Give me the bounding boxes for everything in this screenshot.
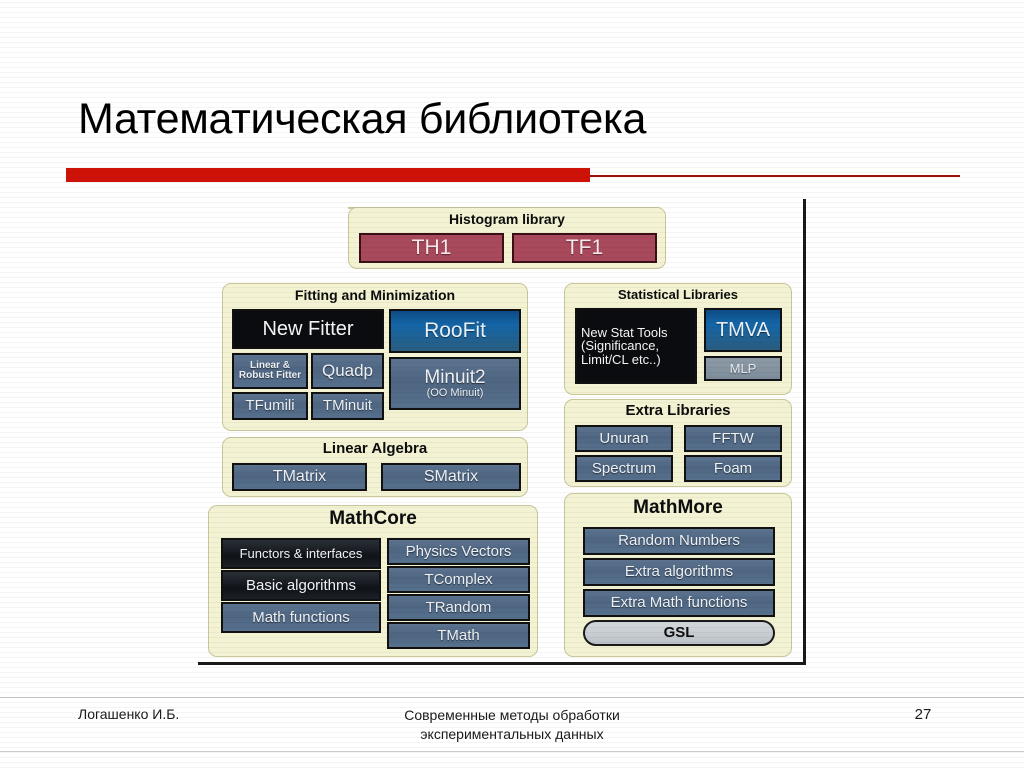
node-new-stat-tools-label3: Limit/CL etc..) xyxy=(581,351,661,367)
node-new-fitter-label: New Fitter xyxy=(262,317,354,340)
node-tminuit-label: TMinuit xyxy=(322,397,373,415)
group-title-mathmore: MathMore xyxy=(633,497,723,518)
node-tmva[interactable]: TMVA xyxy=(704,308,782,352)
node-extra-algorithms-label: Extra algorithms xyxy=(624,563,734,581)
footer-subtitle-line2: экспериментальных данных xyxy=(420,726,604,742)
node-spectrum[interactable]: Spectrum xyxy=(575,455,673,482)
page-title: Математическая библиотека xyxy=(78,95,647,143)
group-extra-libraries: Extra Libraries Unuran FFTW Spectrum Foa… xyxy=(564,399,792,487)
group-mathcore: MathCore Functors & interfaces Basic alg… xyxy=(208,505,538,657)
node-mlp[interactable]: MLP xyxy=(704,356,782,381)
node-minuit2-label2: (OO Minuit) xyxy=(426,386,484,399)
node-trandom[interactable]: TRandom xyxy=(387,594,530,621)
node-trandom-label: TRandom xyxy=(425,598,492,616)
node-unuran-label: Unuran xyxy=(599,429,649,447)
node-quadp[interactable]: Quadp xyxy=(311,353,384,389)
node-new-stat-tools-label2: (Significance, xyxy=(581,338,660,354)
node-roofit[interactable]: RooFit xyxy=(389,309,521,353)
node-random-numbers-label: Random Numbers xyxy=(618,532,740,550)
node-tmath-label: TMath xyxy=(437,626,480,644)
node-extra-math-functions[interactable]: Extra Math functions xyxy=(583,589,775,617)
node-unuran[interactable]: Unuran xyxy=(575,425,673,452)
node-random-numbers[interactable]: Random Numbers xyxy=(583,527,775,555)
node-math-functions-label: Math functions xyxy=(252,608,350,626)
group-fitting-and-minimization: Fitting and Minimization New Fitter RooF… xyxy=(222,283,528,431)
node-new-stat-tools[interactable]: New Stat Tools (Significance, Limit/CL e… xyxy=(575,308,697,384)
node-functors-interfaces[interactable]: Functors & interfaces xyxy=(221,538,381,569)
node-physics-vectors[interactable]: Physics Vectors xyxy=(387,538,530,565)
math-library-diagram: Histogram library TH1 TF1 Fitting and Mi… xyxy=(198,199,806,665)
footer-divider-bottom xyxy=(0,751,1024,752)
group-statistical-libraries: Statistical Libraries New Stat Tools (Si… xyxy=(564,283,792,395)
node-new-stat-tools-label: New Stat Tools xyxy=(581,324,668,340)
group-title-mathcore: MathCore xyxy=(329,508,417,529)
node-linear-robust-fitter[interactable]: Linear & Robust Fitter xyxy=(232,353,308,389)
group-mathmore: MathMore Random Numbers Extra algorithms… xyxy=(564,493,792,657)
node-new-fitter[interactable]: New Fitter xyxy=(232,309,384,349)
footer-subtitle: Современные методы обработки эксперимент… xyxy=(312,706,712,744)
title-rule-thick xyxy=(66,168,590,182)
node-tfumili-label: TFumili xyxy=(245,397,295,415)
group-linear-algebra: Linear Algebra TMatrix SMatrix xyxy=(222,437,528,497)
node-fftw[interactable]: FFTW xyxy=(684,425,782,452)
node-foam[interactable]: Foam xyxy=(684,455,782,482)
node-gsl[interactable]: GSL xyxy=(583,620,775,646)
group-title-statistical: Statistical Libraries xyxy=(618,287,738,302)
node-tmva-label: TMVA xyxy=(715,318,771,341)
node-tmatrix-label: TMatrix xyxy=(272,467,327,485)
node-tfumili[interactable]: TFumili xyxy=(232,392,308,420)
node-mlp-label: MLP xyxy=(729,360,757,376)
node-roofit-label: RooFit xyxy=(424,318,486,342)
node-tf1[interactable]: TF1 xyxy=(512,233,657,263)
node-tcomplex-label: TComplex xyxy=(424,570,493,588)
node-quadp-label: Quadp xyxy=(321,361,374,381)
node-foam-label: Foam xyxy=(713,459,753,477)
node-tcomplex[interactable]: TComplex xyxy=(387,566,530,593)
node-linear-robust-fitter-label2: Robust Fitter xyxy=(238,370,302,381)
node-smatrix[interactable]: SMatrix xyxy=(381,463,521,491)
node-minuit2-label: Minuit2 xyxy=(424,366,486,388)
node-spectrum-label: Spectrum xyxy=(591,459,657,477)
node-basic-algorithms[interactable]: Basic algorithms xyxy=(221,570,381,601)
group-title-extra-libraries: Extra Libraries xyxy=(625,402,731,419)
node-th1[interactable]: TH1 xyxy=(359,233,504,263)
footer-subtitle-line1: Современные методы обработки xyxy=(404,707,620,723)
footer-author: Логашенко И.Б. xyxy=(78,706,180,722)
node-minuit2[interactable]: Minuit2 (OO Minuit) xyxy=(389,357,521,410)
node-tmath[interactable]: TMath xyxy=(387,622,530,649)
node-th1-label: TH1 xyxy=(411,235,452,259)
node-physics-vectors-label: Physics Vectors xyxy=(405,542,512,560)
node-fftw-label: FFTW xyxy=(712,429,754,447)
group-title-histogram: Histogram library xyxy=(449,211,565,227)
page-number: 27 xyxy=(914,706,932,723)
node-tminuit[interactable]: TMinuit xyxy=(311,392,384,420)
node-extra-algorithms[interactable]: Extra algorithms xyxy=(583,558,775,586)
group-title-fitting: Fitting and Minimization xyxy=(294,287,456,303)
node-tf1-label: TF1 xyxy=(565,235,604,259)
group-histogram-library-panel: Histogram library TH1 TF1 xyxy=(348,207,666,269)
node-basic-algorithms-label: Basic algorithms xyxy=(245,576,357,594)
node-functors-interfaces-label: Functors & interfaces xyxy=(239,545,363,561)
node-extra-math-functions-label: Extra Math functions xyxy=(610,594,748,612)
node-math-functions[interactable]: Math functions xyxy=(221,602,381,633)
node-gsl-label: GSL xyxy=(663,624,695,642)
group-title-linear-algebra: Linear Algebra xyxy=(322,440,428,457)
footer-divider-top xyxy=(0,697,1024,698)
node-tmatrix[interactable]: TMatrix xyxy=(232,463,367,491)
node-smatrix-label: SMatrix xyxy=(423,467,479,485)
